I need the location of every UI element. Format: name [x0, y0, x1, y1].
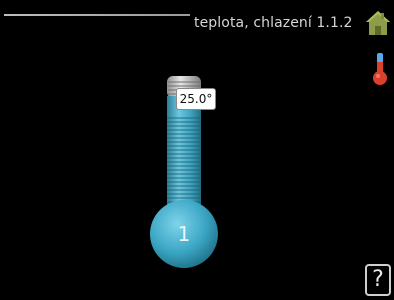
home-icon	[366, 11, 390, 35]
help-button[interactable]: ?	[365, 264, 391, 296]
home-button[interactable]	[364, 9, 392, 37]
display-screen: teplota, chlazení 1.1.2 25.0° 1 ?	[0, 0, 394, 300]
header-divider	[4, 14, 190, 16]
page-title: teplota, chlazení 1.1.2	[194, 15, 353, 31]
circuit-number-label: 1	[177, 222, 191, 246]
temperature-value-label[interactable]: 25.0°	[176, 88, 216, 110]
thermometer-icon	[370, 52, 390, 86]
help-icon: ?	[372, 267, 384, 292]
